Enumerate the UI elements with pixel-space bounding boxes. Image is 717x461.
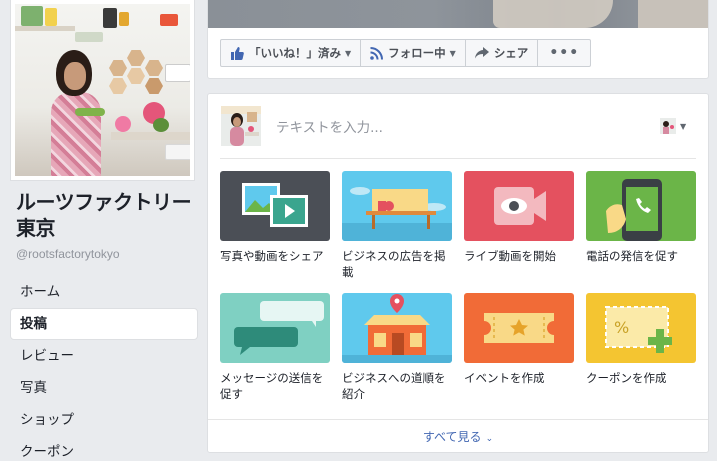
directions-icon <box>342 293 452 363</box>
cover-photo[interactable] <box>208 0 708 28</box>
see-all-label: すべて見る <box>422 430 482 444</box>
liked-button[interactable]: 「いいね！」済み ▼ <box>221 40 362 66</box>
chevron-down-icon: ▼ <box>449 48 456 58</box>
tile-call-button[interactable]: 電話の発信を促す <box>586 171 696 264</box>
tile-create-coupon[interactable]: % クーポンを作成 <box>586 293 696 386</box>
profile-picture[interactable] <box>15 4 190 176</box>
nav-item-posts[interactable]: 投稿 <box>10 308 198 340</box>
liked-button-label: 「いいね！」済み <box>249 46 341 60</box>
tile-live-video[interactable]: ライブ動画を開始 <box>464 171 574 264</box>
tile-send-message[interactable]: メッセージの送信を促す <box>220 293 330 402</box>
coupon-icon: % <box>586 293 696 363</box>
page-username[interactable]: @rootsfactorytokyo <box>16 247 120 261</box>
page-navigation: ホーム 投稿 レビュー 写真 ショップ クーポン <box>10 276 198 461</box>
tile-label: 写真や動画をシェア <box>220 249 324 263</box>
tile-directions[interactable]: ビジネスへの道順を紹介 <box>342 293 452 402</box>
page-header-card: 「いいね！」済み ▼ フォロー中 ▼ シェア ••• <box>207 0 709 79</box>
profile-picture-frame[interactable] <box>10 0 195 181</box>
tile-create-event[interactable]: イベントを作成 <box>464 293 574 386</box>
event-ticket-icon <box>464 293 574 363</box>
tile-label: ライブ動画を開始 <box>464 249 556 263</box>
chevron-down-icon: ⌄ <box>485 434 494 444</box>
tile-label: 電話の発信を促す <box>586 249 678 263</box>
tile-share-photo-video[interactable]: 写真や動画をシェア <box>220 171 330 264</box>
share-arrow-icon <box>474 47 489 59</box>
thumbs-up-icon <box>230 46 244 60</box>
divider <box>208 419 708 420</box>
advertise-icon <box>342 171 452 241</box>
divider <box>220 158 696 159</box>
chevron-down-icon: ▼ <box>680 121 687 131</box>
share-button[interactable]: シェア <box>466 40 539 66</box>
avatar <box>221 106 261 146</box>
following-button-label: フォロー中 <box>388 46 446 60</box>
nav-item-home[interactable]: ホーム <box>10 276 198 308</box>
rss-icon <box>370 46 384 60</box>
post-composer: テキストを入力... ▼ 写真や動画をシェア ビジネスの広告を掲載 ライブ動画を… <box>207 93 709 453</box>
message-icon <box>220 293 330 363</box>
phone-call-icon <box>586 171 696 241</box>
tile-label: ビジネスへの道順を紹介 <box>342 371 446 401</box>
photo-video-icon <box>220 171 330 241</box>
composer-text-input[interactable]: テキストを入力... <box>276 116 636 136</box>
tile-label: イベントを作成 <box>464 371 545 385</box>
nav-item-reviews[interactable]: レビュー <box>10 340 198 372</box>
tile-label: クーポンを作成 <box>586 371 667 385</box>
nav-item-photos[interactable]: 写真 <box>10 372 198 404</box>
post-as-selector[interactable]: ▼ <box>660 118 686 134</box>
nav-item-shop[interactable]: ショップ <box>10 404 198 436</box>
page-action-bar: 「いいね！」済み ▼ フォロー中 ▼ シェア ••• <box>220 39 592 67</box>
live-video-icon <box>464 171 574 241</box>
svg-text:%: % <box>614 318 629 337</box>
page-name: ルーツファクトリー東京 <box>16 190 192 240</box>
following-button[interactable]: フォロー中 ▼ <box>361 40 466 66</box>
avatar <box>660 118 676 134</box>
see-all-link[interactable]: すべて見る ⌄ <box>208 428 708 445</box>
share-button-label: シェア <box>493 46 529 60</box>
chevron-down-icon: ▼ <box>345 48 352 58</box>
more-options-button[interactable]: ••• <box>538 40 590 66</box>
tile-label: メッセージの送信を促す <box>220 371 324 401</box>
tile-advertise[interactable]: ビジネスの広告を掲載 <box>342 171 452 280</box>
tile-label: ビジネスの広告を掲載 <box>342 249 446 279</box>
nav-item-coupons[interactable]: クーポン <box>10 436 198 461</box>
